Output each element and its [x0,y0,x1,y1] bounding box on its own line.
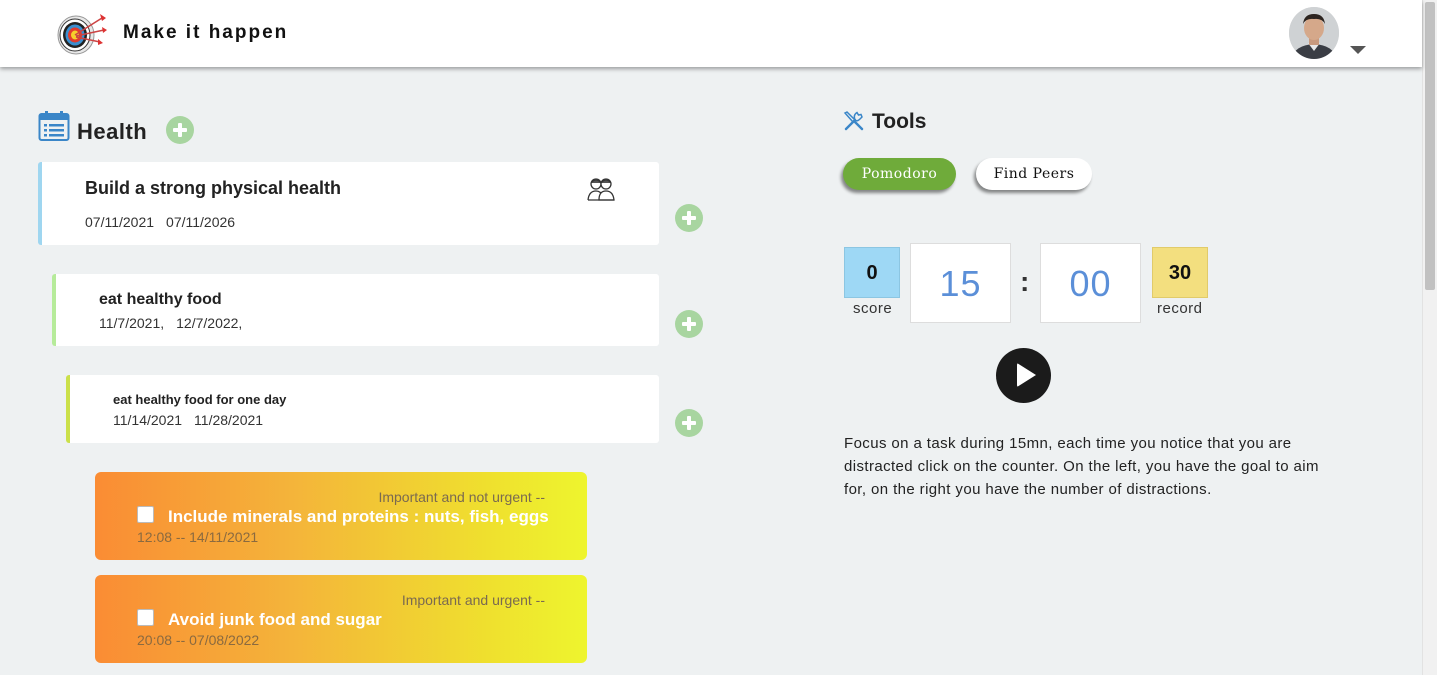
goal-start-date: 07/11/2021 [85,214,155,230]
tools-icon [843,111,864,131]
pomodoro-button[interactable]: Pomodoro [843,158,956,190]
record-label: record [1157,300,1203,317]
add-task-button[interactable] [675,409,703,437]
goal-title: eat healthy food for one day [113,392,287,407]
task-priority: Important and urgent -- [401,592,545,608]
goal-end-date: 12/7/2022, [176,315,243,331]
goal-card[interactable]: eat healthy food 11/7/2021, 12/7/2022, [52,274,659,346]
goal-start-date: 11/14/2021 [113,412,183,428]
task-time: 12:08 -- 14/11/2021 [137,529,259,545]
goal-end-date: 07/11/2026 [166,214,236,230]
top-bar: Make it happen [0,0,1422,67]
pomodoro-description: Focus on a task during 15mn, each time y… [844,435,1319,498]
task-time: 20:08 -- 07/08/2022 [137,632,260,648]
task-card[interactable]: Important and urgent -- Avoid junk food … [95,575,587,663]
timer-seconds: 00 [1040,243,1141,323]
section-title: Health [77,119,148,144]
task-checkbox[interactable] [137,506,154,523]
play-icon[interactable] [996,348,1051,403]
task-checkbox[interactable] [137,609,154,626]
app-title: Make it happen [123,22,289,43]
timer-minutes: 15 [910,243,1011,323]
score-counter[interactable]: 0 [844,247,900,298]
goal-title: Build a strong physical health [85,178,342,198]
goal-title: eat healthy food [99,291,222,308]
goal-dates: 07/11/2021 07/11/2026 [85,214,247,230]
task-card[interactable]: Important and not urgent -- Include mine… [95,472,587,560]
chevron-down-icon[interactable] [1350,46,1366,54]
record-counter: 30 [1152,247,1208,298]
archery-target-icon[interactable] [54,10,108,58]
goal-start-date: 11/7/2021, [99,315,165,331]
calendar-list-icon [38,111,70,141]
scrollbar-thumb[interactable] [1425,2,1435,290]
page-scrollbar[interactable] [1422,0,1437,675]
tools-title: Tools [872,110,927,133]
task-title: Avoid junk food and sugar [168,610,382,629]
score-label: score [853,300,893,317]
goal-dates: 11/7/2021, 12/7/2022, [99,315,254,331]
timer-separator: : [1020,266,1030,297]
goal-dates: 11/14/2021 11/28/2021 [113,412,275,428]
goal-card[interactable]: Build a strong physical health 07/11/202… [38,162,659,245]
goal-card[interactable]: eat healthy food for one day 11/14/2021 1… [66,375,659,443]
goal-end-date: 11/28/2021 [194,412,264,428]
add-goal-button[interactable] [166,116,194,144]
add-subgoal-button[interactable] [675,310,703,338]
two-people-icon[interactable] [587,176,615,202]
user-avatar-icon[interactable] [1289,7,1339,59]
task-title: Include minerals and proteins : nuts, fi… [168,507,549,526]
add-subgoal-button[interactable] [675,204,703,232]
find-peers-button[interactable]: Find Peers [976,158,1092,190]
task-priority: Important and not urgent -- [378,489,545,505]
